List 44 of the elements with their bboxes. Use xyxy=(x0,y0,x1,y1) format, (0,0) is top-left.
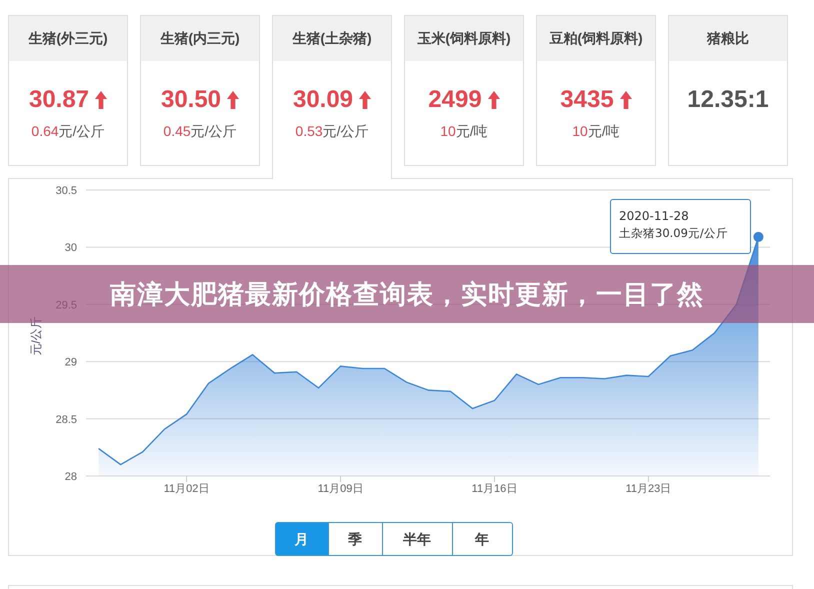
x-tick-label: 11月09日 xyxy=(318,483,364,495)
data-point[interactable] xyxy=(753,232,764,242)
x-tick-label: 11月16日 xyxy=(472,483,518,495)
tooltip-value: 土杂猪30.09元/公斤 xyxy=(619,225,729,242)
up-arrow-icon xyxy=(95,91,108,109)
price-card[interactable]: 生猪(内三元) 30.50 0.45元/公斤 xyxy=(140,15,260,166)
up-arrow-icon xyxy=(488,91,500,109)
price-value: 30.09 xyxy=(292,85,354,115)
price-value: 2499 xyxy=(428,85,482,115)
card-title: 豆粕(饲料原料) xyxy=(537,16,655,61)
price-value: 12.35:1 xyxy=(687,85,769,115)
price-change: 10元/吨 xyxy=(571,122,621,141)
up-arrow-icon xyxy=(227,91,240,109)
range-tab[interactable]: 年 xyxy=(452,522,512,556)
price-card[interactable]: 玉米(饲料原料) 2499 10元/吨 xyxy=(404,15,524,166)
y-tick-label: 30.5 xyxy=(56,185,77,197)
y-axis-label: 元/公斤 xyxy=(29,316,43,356)
y-tick-label: 28 xyxy=(64,471,77,483)
range-tab[interactable]: 半年 xyxy=(382,522,452,556)
price-change: 10元/吨 xyxy=(439,122,489,141)
card-title: 生猪(外三元) xyxy=(9,16,127,61)
price-value: 30.87 xyxy=(28,85,90,115)
price-card[interactable]: 生猪(土杂猪) 30.09 0.53元/公斤 xyxy=(272,15,392,179)
up-arrow-icon xyxy=(620,91,632,109)
price-card[interactable]: 生猪(外三元) 30.87 0.64元/公斤 xyxy=(8,15,128,166)
price-card[interactable]: 豆粕(饲料原料) 3435 10元/吨 xyxy=(536,15,656,166)
y-tick-label: 28.5 xyxy=(56,414,77,426)
price-change: 0.64元/公斤 xyxy=(30,122,106,141)
price-change: 0.45元/公斤 xyxy=(162,122,238,141)
price-change: 0.53元/公斤 xyxy=(294,122,370,141)
card-title: 生猪(土杂猪) xyxy=(273,16,391,61)
x-tick-label: 11月23日 xyxy=(626,483,672,495)
price-value: 3435 xyxy=(560,85,614,115)
tooltip-date: 2020-11-28 xyxy=(619,208,690,225)
card-title: 猪粮比 xyxy=(669,16,787,61)
card-title: 生猪(内三元) xyxy=(141,16,259,61)
x-tick-label: 11月02日 xyxy=(164,483,210,495)
y-tick-label: 29 xyxy=(64,356,77,369)
y-tick-label: 30 xyxy=(64,242,77,254)
card-title: 玉米(饲料原料) xyxy=(405,16,523,61)
price-value: 30.50 xyxy=(160,85,222,115)
range-tab[interactable]: 季 xyxy=(328,522,382,556)
up-arrow-icon xyxy=(359,91,372,109)
price-card[interactable]: 猪粮比 12.35:1 xyxy=(668,15,788,166)
